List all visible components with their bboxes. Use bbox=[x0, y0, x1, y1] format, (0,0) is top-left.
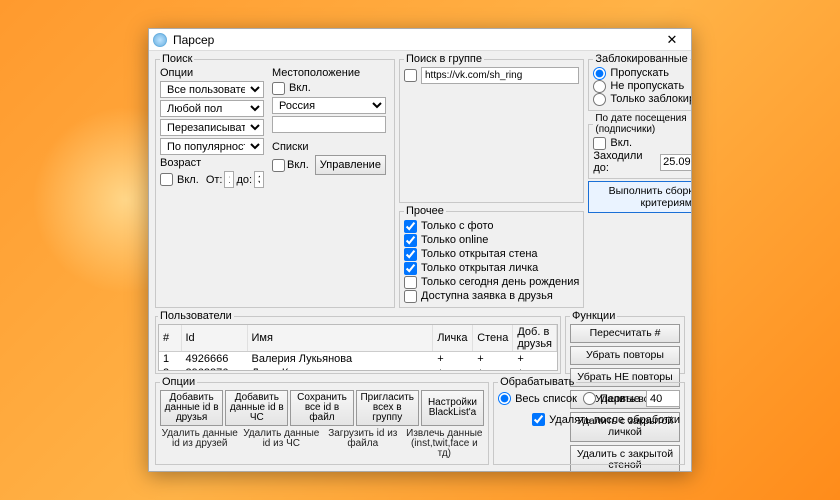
add-to-friends-button[interactable]: Добавить данные id в друзья bbox=[160, 390, 223, 426]
group-url-input[interactable] bbox=[421, 67, 579, 84]
th-pm[interactable]: Личка bbox=[433, 325, 473, 352]
th-num[interactable]: # bbox=[159, 325, 181, 352]
sort-select[interactable]: По популярности bbox=[160, 138, 264, 155]
other-fieldset: Прочее Только с фото Только online Тольк… bbox=[399, 205, 584, 308]
age-label: Возраст bbox=[160, 157, 264, 169]
users-fieldset: Пользователи # Id Имя Личка Стена Доб. в… bbox=[155, 310, 561, 374]
visit-date-fieldset: По дате посещения (подписчики) Вкл. Захо… bbox=[588, 113, 691, 179]
blacklist-settings-button[interactable]: Настройки BlackList'а bbox=[421, 390, 484, 426]
process-all-radio[interactable] bbox=[498, 392, 511, 405]
age-to-input[interactable] bbox=[254, 171, 264, 188]
load-from-file-link[interactable]: Загрузить id из файла bbox=[323, 428, 403, 460]
age-enable-checkbox[interactable] bbox=[160, 173, 173, 186]
app-icon bbox=[153, 33, 167, 47]
friend-req-checkbox[interactable] bbox=[404, 290, 417, 303]
location-label: Местоположение bbox=[272, 67, 386, 79]
users-select[interactable]: Все пользователи bbox=[160, 81, 264, 98]
blocked-only-radio[interactable] bbox=[593, 93, 606, 106]
parser-window: Парсер ✕ Поиск Опции Все пользователи Лю… bbox=[148, 28, 692, 472]
options-label: Опции bbox=[160, 67, 264, 79]
table-row[interactable]: 14926666Валерия Лукьянова+++ bbox=[159, 352, 557, 367]
city-input[interactable] bbox=[272, 116, 386, 133]
lists-enable-checkbox[interactable] bbox=[272, 159, 285, 172]
extract-data-link[interactable]: Извлечь данные (inst,twit,face и тд) bbox=[405, 428, 485, 460]
pm-checkbox[interactable] bbox=[404, 262, 417, 275]
options-legend: Опции bbox=[160, 376, 197, 388]
th-wall[interactable]: Стена bbox=[473, 325, 513, 352]
add-to-blacklist-button[interactable]: Добавить данные id в ЧС bbox=[225, 390, 288, 426]
options-fieldset: Опции Добавить данные id в друзья Добави… bbox=[155, 376, 489, 465]
lists-label: Списки bbox=[272, 141, 386, 153]
window-title: Парсер bbox=[173, 33, 657, 47]
bday-checkbox[interactable] bbox=[404, 276, 417, 289]
users-table: # Id Имя Личка Стена Доб. в друзья 14926… bbox=[159, 325, 557, 371]
process-first-n-input[interactable] bbox=[646, 390, 680, 407]
wall-checkbox[interactable] bbox=[404, 248, 417, 261]
visit-enable-checkbox[interactable] bbox=[593, 137, 606, 150]
functions-legend: Функции bbox=[570, 310, 617, 322]
group-search-legend: Поиск в группе bbox=[404, 53, 484, 65]
save-to-file-button[interactable]: Сохранить все id в файл bbox=[290, 390, 353, 426]
delete-after-checkbox[interactable] bbox=[532, 413, 545, 426]
th-name[interactable]: Имя bbox=[247, 325, 433, 352]
age-from-input[interactable] bbox=[224, 171, 234, 188]
search-fieldset: Поиск Опции Все пользователи Любой пол П… bbox=[155, 53, 395, 308]
search-legend: Поиск bbox=[160, 53, 194, 65]
remove-duplicates-button[interactable]: Убрать повторы bbox=[570, 346, 680, 365]
blocked-skip-radio[interactable] bbox=[593, 67, 606, 80]
th-id[interactable]: Id bbox=[181, 325, 247, 352]
table-row[interactable]: 22963876Дима Карташов+++ bbox=[159, 366, 557, 371]
blocked-legend: Заблокированные bbox=[593, 53, 689, 65]
recount-button[interactable]: Пересчитать # bbox=[570, 324, 680, 343]
users-legend: Пользователи bbox=[158, 310, 234, 322]
delete-from-friends-link[interactable]: Удалить данные id из друзей bbox=[160, 428, 240, 460]
other-legend: Прочее bbox=[404, 205, 446, 217]
th-add[interactable]: Доб. в друзья bbox=[513, 325, 557, 352]
delete-from-blacklist-link[interactable]: Удалить данные id из ЧС bbox=[242, 428, 322, 460]
window-titlebar[interactable]: Парсер ✕ bbox=[149, 29, 691, 51]
functions-fieldset: Функции Пересчитать # Убрать повторы Убр… bbox=[565, 310, 685, 374]
process-first-radio[interactable] bbox=[583, 392, 596, 405]
process-fieldset: Обрабатывать Весь список Первые Удалять … bbox=[493, 376, 685, 465]
photo-checkbox[interactable] bbox=[404, 220, 417, 233]
visit-date-legend: По дате посещения (подписчики) bbox=[593, 113, 691, 135]
location-enable-checkbox[interactable] bbox=[272, 82, 285, 95]
online-checkbox[interactable] bbox=[404, 234, 417, 247]
group-search-fieldset: Поиск в группе Вкл. bbox=[399, 53, 584, 203]
gender-select[interactable]: Любой пол bbox=[160, 100, 264, 117]
invite-to-group-button[interactable]: Пригласить всех в группу bbox=[356, 390, 419, 426]
lists-manage-button[interactable]: Управление bbox=[315, 155, 386, 175]
blocked-noskip-radio[interactable] bbox=[593, 80, 606, 93]
close-button[interactable]: ✕ bbox=[657, 30, 687, 50]
blocked-fieldset: Заблокированные Пропускать Не пропускать… bbox=[588, 53, 691, 111]
overwrite-select[interactable]: Перезаписывать bbox=[160, 119, 264, 136]
group-enable-checkbox[interactable] bbox=[404, 69, 417, 82]
users-table-scroll[interactable]: # Id Имя Личка Стена Доб. в друзья 14926… bbox=[158, 324, 558, 371]
run-collect-button[interactable]: Выполнить сборку id по критериям bbox=[588, 181, 691, 213]
visit-date-picker[interactable]: 25.09.2016 📅▾ bbox=[660, 154, 691, 171]
country-select[interactable]: Россия bbox=[272, 97, 386, 114]
process-legend: Обрабатывать bbox=[498, 376, 576, 388]
